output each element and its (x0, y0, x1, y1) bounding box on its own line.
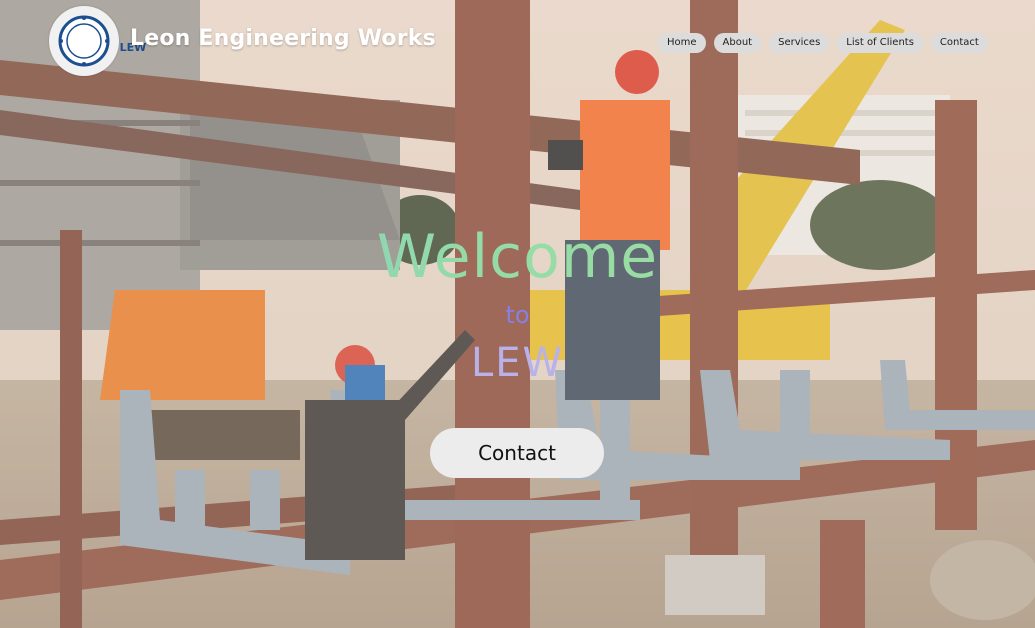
hero-welcome-heading: Welcome (0, 222, 1035, 292)
nav-list-of-clients[interactable]: List of Clients (837, 33, 923, 53)
company-logo[interactable]: LEW (49, 6, 146, 76)
nav-contact[interactable]: Contact (930, 33, 988, 53)
nav-about[interactable]: About (713, 33, 762, 53)
nav-home[interactable]: Home (658, 33, 706, 53)
main-nav: Home About Services List of Clients Cont… (658, 33, 988, 53)
nav-services[interactable]: Services (769, 33, 830, 53)
contact-button[interactable]: Contact (430, 428, 604, 478)
hero-to-text: to (505, 301, 530, 329)
hero-lew-text: LEW (470, 340, 565, 386)
brand-name[interactable]: Leon Engineering Works (130, 26, 436, 51)
landing-page: LEW Leon Engineering Works Home About Se… (0, 0, 1035, 628)
